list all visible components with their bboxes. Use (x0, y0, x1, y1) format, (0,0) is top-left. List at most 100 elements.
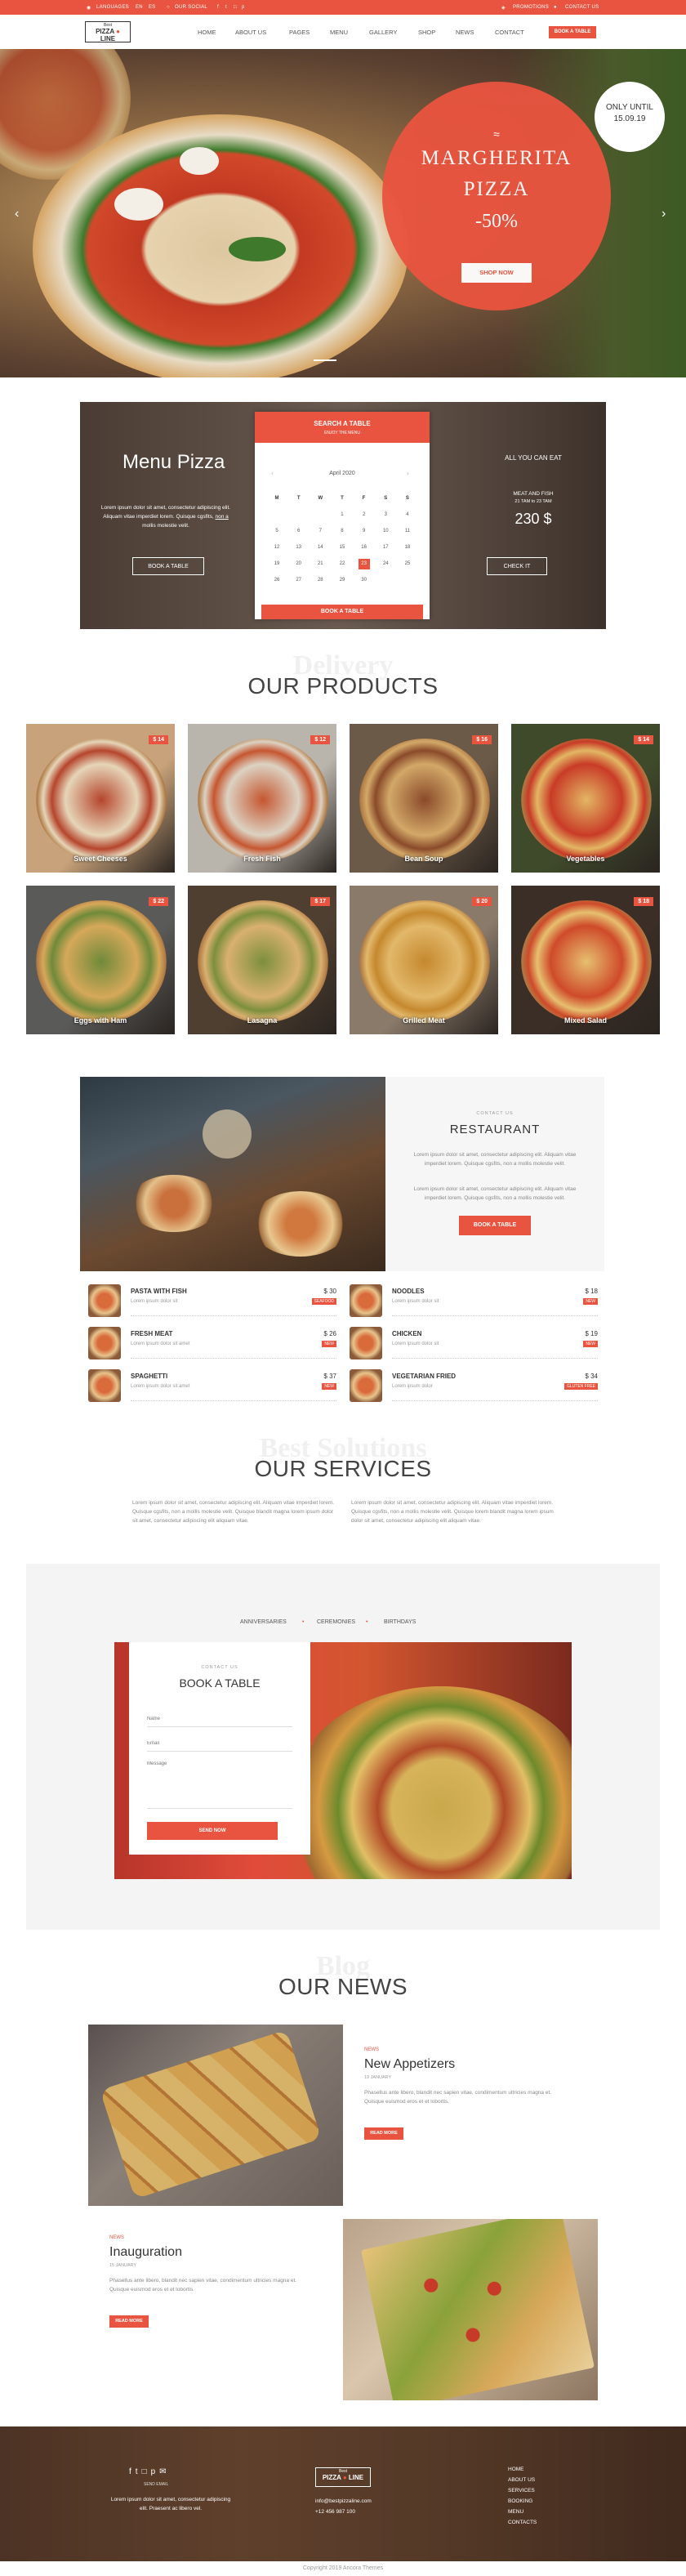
email-field[interactable] (147, 1735, 292, 1752)
footer-email[interactable]: info@bestpizzaline.com (315, 2498, 372, 2504)
news1-read-more[interactable]: READ MORE (364, 2127, 403, 2140)
tab-anniversaries[interactable]: ANNIVERSARIES (240, 1619, 287, 1625)
footer-link[interactable]: HOME (508, 2464, 537, 2475)
tab-ceremonies[interactable]: CEREMONIES (317, 1619, 355, 1625)
cal-weekday: S (405, 496, 409, 501)
footer-phone[interactable]: +12 456 987 100 (315, 2509, 355, 2515)
cal-day[interactable]: 12 (271, 545, 283, 550)
send-button[interactable]: SEND NOW (147, 1822, 278, 1840)
menu-item[interactable]: FRESH MEAT Lorem ipsum dolor sit amet $ 26… (88, 1327, 336, 1359)
cal-day[interactable]: 10 (380, 529, 391, 534)
cal-day[interactable]: 25 (402, 561, 413, 566)
footer-link[interactable]: ABOUT US (508, 2475, 537, 2485)
product-card[interactable]: $ 22 Eggs with Ham (26, 886, 175, 1034)
footer-link[interactable]: MENU (508, 2507, 537, 2517)
lang-es[interactable]: ES (149, 5, 156, 10)
footer-link[interactable]: CONTACTS (508, 2517, 537, 2528)
product-card[interactable]: $ 17 Lasagna (188, 886, 336, 1034)
menu-text-link[interactable]: non a (216, 514, 229, 520)
cal-day[interactable]: 17 (380, 545, 391, 550)
product-card[interactable]: $ 14 Vegetables (511, 724, 660, 873)
twitter-icon[interactable]: t (136, 2467, 142, 2476)
news2-title[interactable]: Inauguration (109, 2245, 182, 2260)
twitter-icon[interactable]: t (225, 5, 227, 10)
cal-day[interactable]: 24 (380, 561, 391, 566)
languages-label[interactable]: LANGUAGES (96, 5, 129, 10)
footer-link[interactable]: BOOKING (508, 2496, 537, 2507)
cal-day[interactable]: 29 (336, 578, 348, 583)
menu-item[interactable]: SPAGHETTI Lorem ipsum dolor sit amet $ 37 N… (88, 1369, 336, 1402)
cal-day[interactable]: 1 (336, 512, 348, 517)
cal-day[interactable]: 13 (293, 545, 305, 550)
cal-day[interactable]: 20 (293, 561, 305, 566)
product-card[interactable]: $ 14 Sweet Cheeses (26, 724, 175, 873)
footer-link[interactable]: SERVICES (508, 2485, 537, 2496)
cal-day[interactable]: 15 (336, 545, 348, 550)
cal-day[interactable]: 27 (293, 578, 305, 583)
cal-day[interactable]: 22 (336, 561, 348, 566)
nav-contact[interactable]: CONTACT (495, 29, 524, 36)
cal-day[interactable]: 26 (271, 578, 283, 583)
cal-next-icon[interactable]: › (407, 469, 409, 477)
pinterest-icon[interactable]: p (151, 2467, 160, 2476)
menu-item[interactable]: VEGETARIAN FRIED Lorem ipsum dolor $ 34 GLU… (350, 1369, 598, 1402)
cal-day[interactable]: 5 (271, 529, 283, 534)
instagram-icon[interactable]: □ (142, 2467, 151, 2476)
nav-gallery[interactable]: GALLERY (369, 29, 397, 36)
cal-day[interactable]: 2 (359, 512, 370, 517)
nav-book-button[interactable]: BOOK A TABLE (549, 26, 596, 38)
instagram-icon[interactable]: □ (234, 5, 237, 10)
restaurant-book-button[interactable]: BOOK A TABLE (459, 1216, 531, 1235)
product-card[interactable]: $ 20 Grilled Meat (350, 886, 498, 1034)
cal-day[interactable]: 9 (359, 529, 370, 534)
cal-day[interactable]: 6 (293, 529, 305, 534)
nav-pages[interactable]: PAGES (289, 29, 310, 36)
cal-day[interactable]: 21 (314, 561, 326, 566)
pinterest-icon[interactable]: p (242, 5, 245, 10)
chevron-left-icon[interactable]: ‹ (15, 207, 19, 221)
menu-item[interactable]: PASTA WITH FISH Lorem ipsum dolor sit $ 30… (88, 1284, 336, 1317)
product-card[interactable]: $ 12 Fresh Fish (188, 724, 336, 873)
tab-birthdays[interactable]: BIRTHDAYS (384, 1619, 416, 1625)
cal-day[interactable]: 11 (402, 529, 413, 534)
cal-day[interactable]: 14 (314, 545, 326, 550)
name-field[interactable] (147, 1711, 292, 1727)
menu-book-button[interactable]: BOOK A TABLE (132, 557, 204, 575)
chevron-right-icon[interactable]: › (662, 207, 666, 221)
slider-dot-active[interactable] (314, 359, 336, 361)
menu-item[interactable]: CHICKEN Lorem ipsum dolor sit $ 19 NEW (350, 1327, 598, 1359)
cal-day[interactable]: 28 (314, 578, 326, 583)
cal-day[interactable]: 3 (380, 512, 391, 517)
nav-shop[interactable]: SHOP (418, 29, 435, 36)
message-field[interactable] (147, 1761, 292, 1809)
news1-title[interactable]: New Appetizers (364, 2057, 455, 2072)
cal-day[interactable]: 4 (402, 512, 413, 517)
cal-day[interactable]: 8 (336, 529, 348, 534)
check-it-button[interactable]: CHECK IT (487, 557, 547, 575)
product-card[interactable]: $ 16 Bean Soup (350, 724, 498, 873)
cal-day[interactable]: 19 (271, 561, 283, 566)
cal-day[interactable]: 30 (359, 578, 370, 583)
menu-item-name: CHICKEN (392, 1330, 422, 1337)
mail-icon[interactable]: ✉ (159, 2467, 170, 2476)
lang-en[interactable]: EN (136, 5, 143, 10)
cal-book-button[interactable]: BOOK A TABLE (261, 605, 423, 619)
menu-item[interactable]: NOODLES Lorem ipsum dolor sit $ 18 NEW (350, 1284, 598, 1317)
facebook-icon[interactable]: f (217, 5, 219, 10)
news2-read-more[interactable]: READ MORE (109, 2315, 149, 2328)
nav-menu[interactable]: MENU (330, 29, 348, 36)
nav-home[interactable]: HOME (198, 29, 216, 36)
cal-day[interactable]: 23 (358, 558, 370, 569)
nav-news[interactable]: NEWS (456, 29, 474, 36)
nav-about[interactable]: ABOUT US (235, 29, 266, 36)
hero-shop-button[interactable]: SHOP NOW (461, 263, 532, 283)
site-logo[interactable]: Best PIZZA ● LINE (85, 21, 131, 42)
cal-day[interactable]: 16 (359, 545, 370, 550)
contact-link[interactable]: CONTACT US (565, 5, 599, 10)
facebook-icon[interactable]: f (129, 2467, 136, 2476)
product-card[interactable]: $ 18 Mixed Salad (511, 886, 660, 1034)
cal-day[interactable]: 7 (314, 529, 326, 534)
promotions-link[interactable]: PROMOTIONS (513, 5, 549, 10)
footer-logo[interactable]: Best PIZZA ● LINE (315, 2467, 371, 2487)
cal-day[interactable]: 18 (402, 545, 413, 550)
